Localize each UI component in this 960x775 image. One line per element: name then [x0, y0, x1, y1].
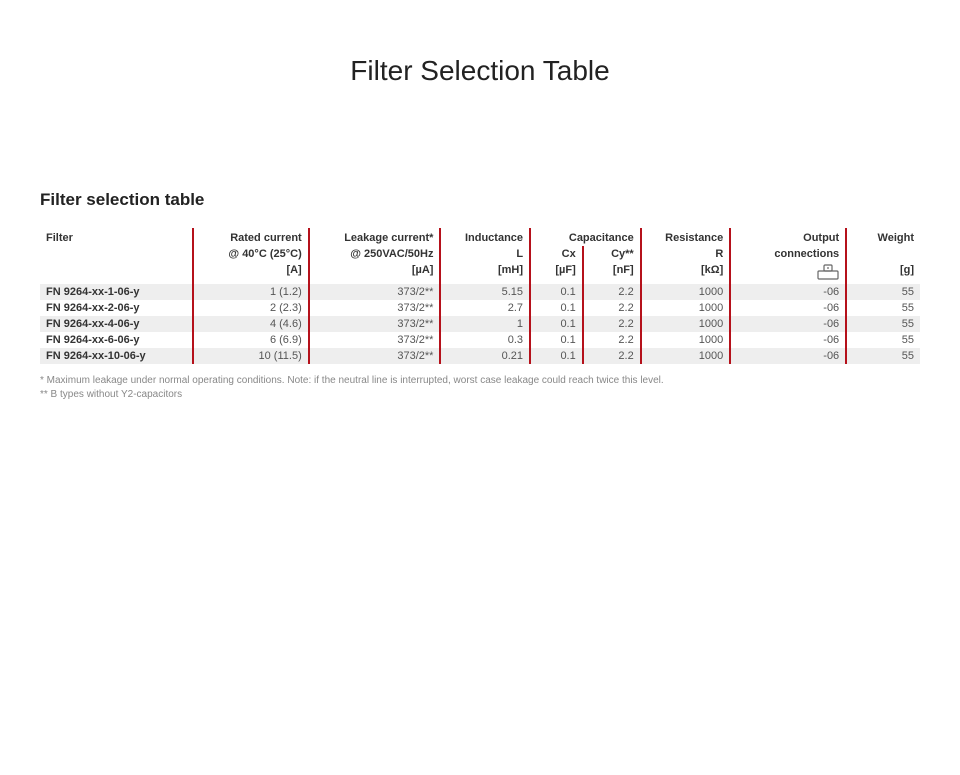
cell-wt: 55 — [846, 284, 920, 300]
table-row: FN 9264-xx-1-06-y1 (1.2)373/2**5.150.12.… — [40, 284, 920, 300]
filter-table-section: Filter selection table Filter Rated curr… — [40, 190, 920, 402]
cell-cx: 0.1 — [530, 316, 583, 332]
cell-res: 1000 — [641, 316, 731, 332]
col-weight: Weight — [846, 228, 920, 246]
table-row: FN 9264-xx-4-06-y4 (4.6)373/2**10.12.210… — [40, 316, 920, 332]
cell-leak: 373/2** — [309, 284, 441, 300]
col-resistance: Resistance — [641, 228, 731, 246]
cell-filter: FN 9264-xx-2-06-y — [40, 300, 193, 316]
cell-filter: FN 9264-xx-10-06-y — [40, 348, 193, 364]
cell-ind: 1 — [440, 316, 530, 332]
unit-inductance: [mH] — [440, 262, 530, 284]
unit-weight: [g] — [846, 262, 920, 284]
table-row: FN 9264-xx-6-06-y6 (6.9)373/2**0.30.12.2… — [40, 332, 920, 348]
cell-cy: 2.2 — [583, 332, 641, 348]
connector-icon — [817, 264, 839, 280]
col-inductance: Inductance — [440, 228, 530, 246]
cell-leak: 373/2** — [309, 316, 441, 332]
col-rated-current: Rated current — [193, 228, 309, 246]
table-row: FN 9264-xx-10-06-y10 (11.5)373/2**0.210.… — [40, 348, 920, 364]
cell-cy: 2.2 — [583, 284, 641, 300]
cell-filter: FN 9264-xx-1-06-y — [40, 284, 193, 300]
cell-rated: 6 (6.9) — [193, 332, 309, 348]
cell-out: -06 — [730, 316, 846, 332]
cell-wt: 55 — [846, 300, 920, 316]
cell-out: -06 — [730, 348, 846, 364]
col-leakage: Leakage current* — [309, 228, 441, 246]
cell-leak: 373/2** — [309, 332, 441, 348]
cell-filter: FN 9264-xx-4-06-y — [40, 316, 193, 332]
cell-ind: 2.7 — [440, 300, 530, 316]
unit-resistance: [kΩ] — [641, 262, 731, 284]
cell-out: -06 — [730, 284, 846, 300]
unit-cy: [nF] — [583, 262, 641, 284]
cell-cx: 0.1 — [530, 300, 583, 316]
page-title: Filter Selection Table — [0, 55, 960, 87]
col-output: Output — [730, 228, 846, 246]
cell-ind: 5.15 — [440, 284, 530, 300]
cell-cy: 2.2 — [583, 316, 641, 332]
cell-res: 1000 — [641, 332, 731, 348]
footnote-2: ** B types without Y2-capacitors — [40, 388, 920, 402]
footnote-1: * Maximum leakage under normal operating… — [40, 374, 920, 388]
cell-cy: 2.2 — [583, 300, 641, 316]
cell-filter: FN 9264-xx-6-06-y — [40, 332, 193, 348]
cell-res: 1000 — [641, 300, 731, 316]
col-filter: Filter — [40, 228, 193, 246]
unit-leakage: [µA] — [309, 262, 441, 284]
cell-wt: 55 — [846, 316, 920, 332]
footnotes: * Maximum leakage under normal operating… — [40, 374, 920, 402]
cell-ind: 0.3 — [440, 332, 530, 348]
table-row: FN 9264-xx-2-06-y2 (2.3)373/2**2.70.12.2… — [40, 300, 920, 316]
cell-ind: 0.21 — [440, 348, 530, 364]
cell-res: 1000 — [641, 348, 731, 364]
cell-cx: 0.1 — [530, 332, 583, 348]
col-capacitance: Capacitance — [530, 228, 641, 246]
cell-rated: 2 (2.3) — [193, 300, 309, 316]
cell-leak: 373/2** — [309, 300, 441, 316]
cell-wt: 55 — [846, 348, 920, 364]
section-heading: Filter selection table — [40, 190, 920, 210]
cell-rated: 10 (11.5) — [193, 348, 309, 364]
cell-rated: 4 (4.6) — [193, 316, 309, 332]
cell-leak: 373/2** — [309, 348, 441, 364]
unit-output-icon — [730, 262, 846, 284]
cell-out: -06 — [730, 300, 846, 316]
cell-wt: 55 — [846, 332, 920, 348]
unit-cx: [µF] — [530, 262, 583, 284]
filter-selection-table: Filter Rated current Leakage current* In… — [40, 228, 920, 364]
cell-res: 1000 — [641, 284, 731, 300]
cell-cx: 0.1 — [530, 284, 583, 300]
unit-rated: [A] — [193, 262, 309, 284]
cell-rated: 1 (1.2) — [193, 284, 309, 300]
cell-out: -06 — [730, 332, 846, 348]
cell-cx: 0.1 — [530, 348, 583, 364]
cell-cy: 2.2 — [583, 348, 641, 364]
